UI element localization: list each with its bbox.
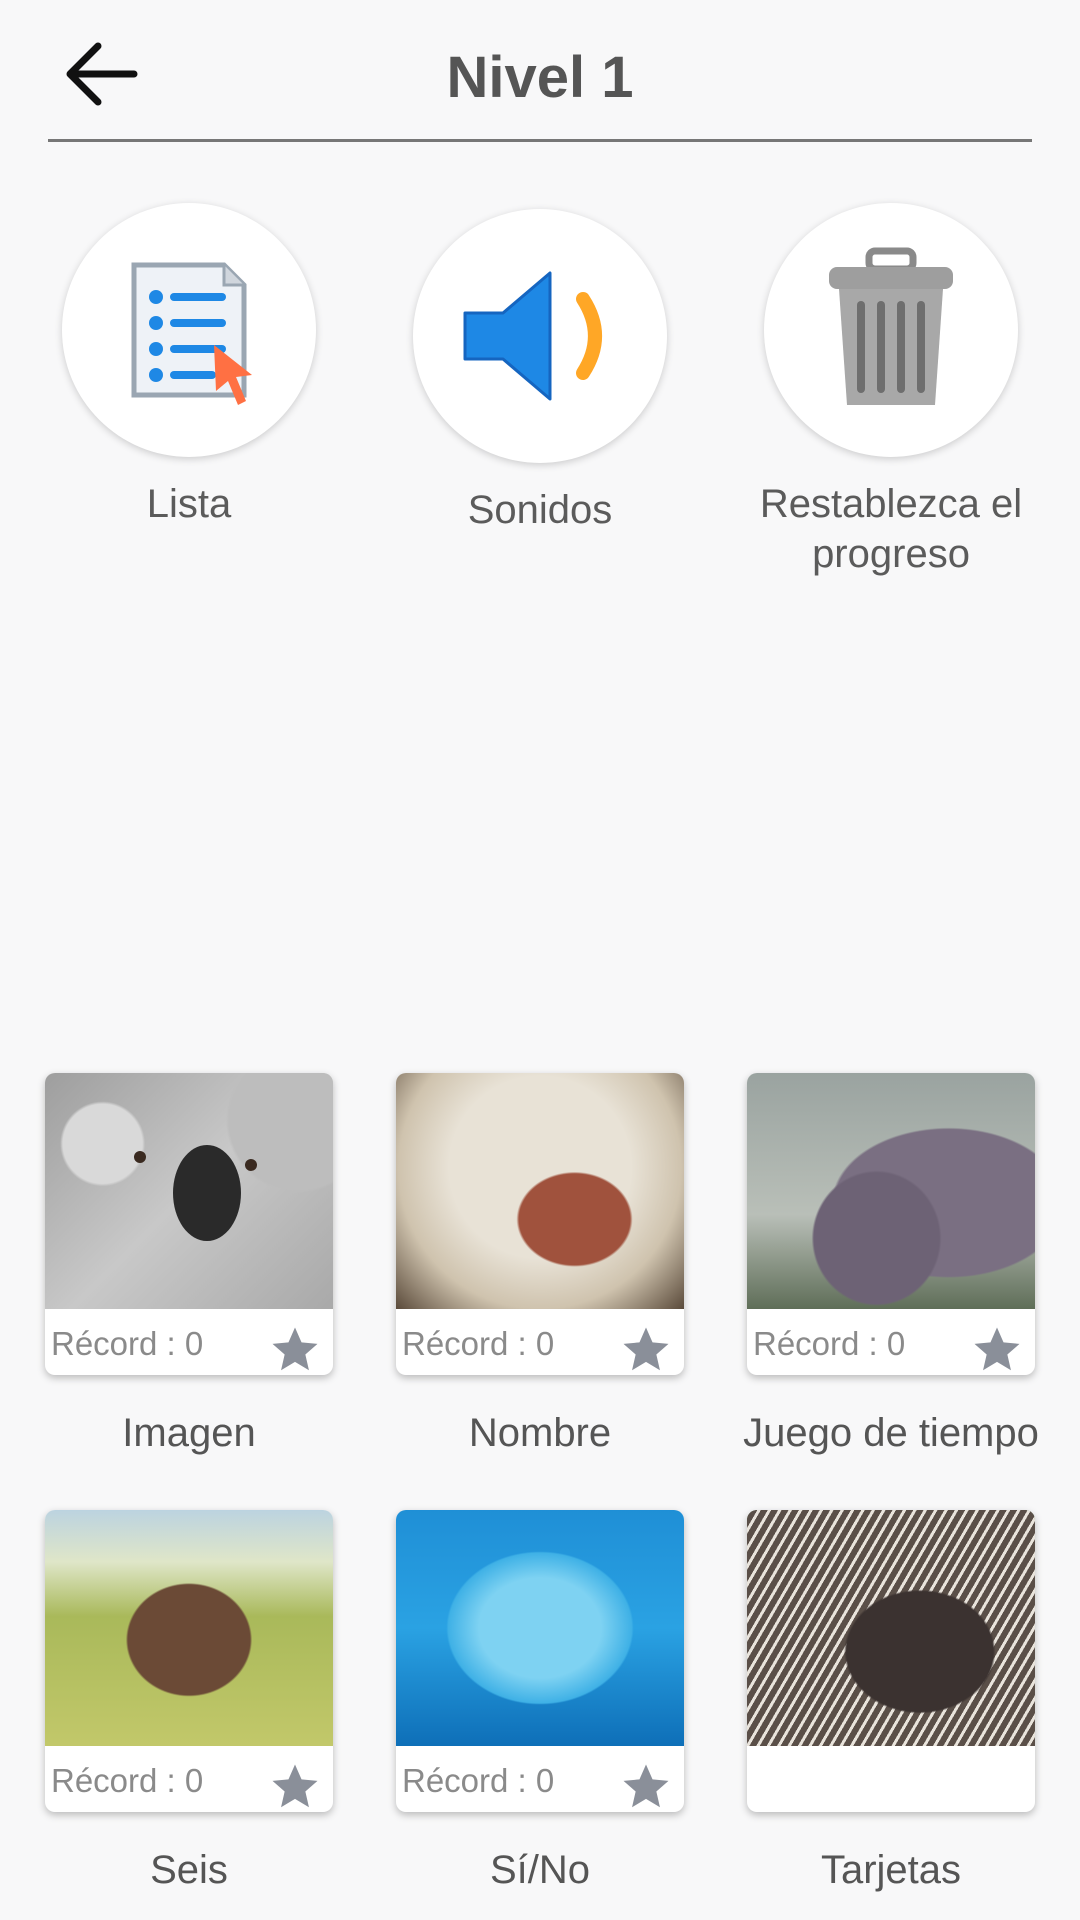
game-label: Imagen (122, 1411, 256, 1455)
game-label: Tarjetas (820, 1848, 962, 1892)
porcupine-photo (747, 1510, 1035, 1746)
list-document-icon (131, 262, 252, 405)
record-text: Récord : 0 (402, 1762, 555, 1799)
record-text: Récord : 0 (402, 1325, 555, 1362)
app-header: Nivel 1 (0, 0, 1080, 142)
star-icon (272, 1327, 318, 1371)
game-label: Seis (150, 1848, 228, 1892)
game-tile-cards[interactable]: Tarjetas (721, 1510, 1061, 1893)
game-card[interactable]: Récord : 0 (747, 1073, 1035, 1375)
page-title: Nivel 1 (446, 45, 634, 110)
game-label: Sí/No (489, 1848, 591, 1892)
record-text: Récord : 0 (51, 1762, 204, 1799)
game-tile-yes-no[interactable]: Récord : 0 Sí/No (370, 1510, 710, 1893)
reset-progress-button[interactable] (764, 203, 1018, 457)
game-label: Juego de tiempo (743, 1411, 1039, 1455)
game-card[interactable]: Récord : 0 (45, 1073, 333, 1375)
star-icon (974, 1327, 1020, 1371)
option-reset[interactable]: Restablezca el progreso (751, 203, 1031, 579)
option-label-reset: Restablezca el progreso (759, 482, 1023, 576)
option-sounds[interactable]: Sonidos (400, 209, 680, 535)
elephant-photo (45, 1510, 333, 1746)
dolphin-photo (396, 1510, 684, 1746)
option-label-sounds: Sonidos (467, 488, 613, 532)
game-card[interactable]: Récord : 0 (396, 1073, 684, 1375)
star-icon (272, 1764, 318, 1808)
game-card[interactable]: Récord : 0 (45, 1510, 333, 1812)
baboon-photo (396, 1073, 684, 1309)
game-tile-image[interactable]: Récord : 0 Imagen (19, 1073, 359, 1456)
game-card[interactable]: Récord : 0 (396, 1510, 684, 1812)
speaker-icon (463, 271, 602, 401)
header-divider (48, 139, 1032, 142)
star-icon (623, 1764, 669, 1808)
game-label: Nombre (468, 1411, 612, 1455)
sounds-button[interactable] (413, 209, 667, 463)
option-list[interactable]: Lista (49, 203, 329, 529)
game-card[interactable] (747, 1510, 1035, 1812)
hippo-photo (747, 1073, 1035, 1309)
game-tile-name[interactable]: Récord : 0 Nombre (370, 1073, 710, 1456)
game-tile-six[interactable]: Récord : 0 Seis (19, 1510, 359, 1893)
record-text: Récord : 0 (51, 1325, 204, 1362)
list-button[interactable] (62, 203, 316, 457)
option-label-list: Lista (146, 482, 232, 526)
koala-photo (45, 1073, 333, 1309)
game-tile-time[interactable]: Récord : 0 Juego de tiempo (721, 1073, 1061, 1456)
record-text: Récord : 0 (753, 1325, 906, 1362)
trash-icon (829, 247, 953, 405)
star-icon (623, 1327, 669, 1371)
